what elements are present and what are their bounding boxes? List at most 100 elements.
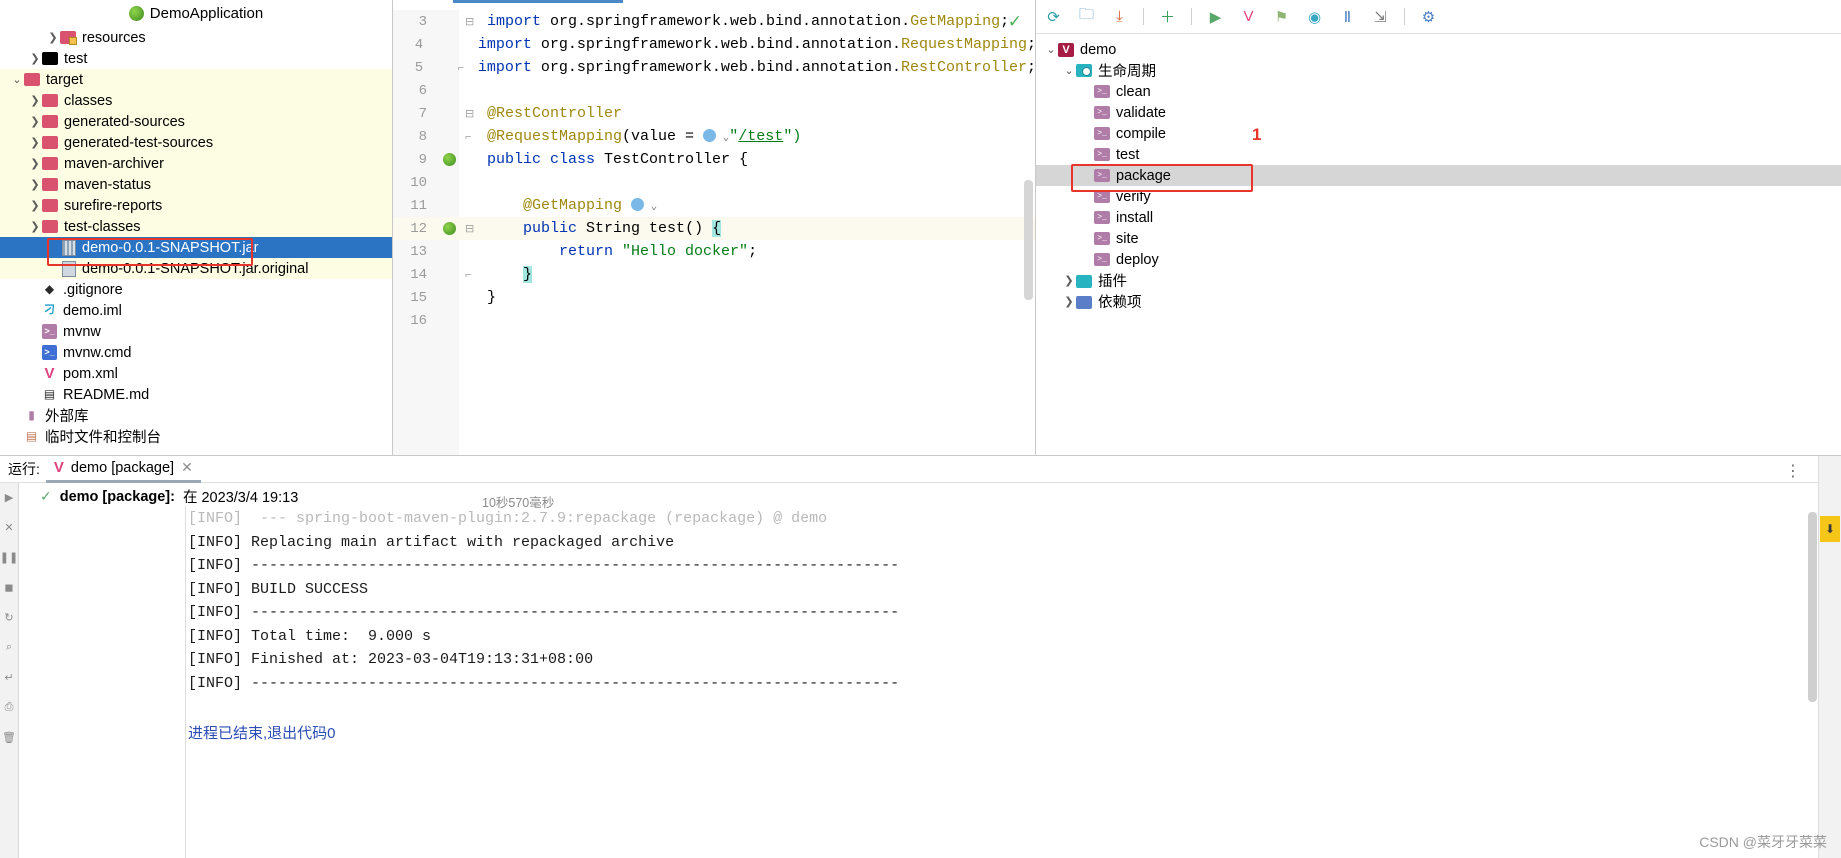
code-line[interactable]: 11 @GetMapping ⌄ bbox=[393, 194, 1036, 217]
rail-icon-rerun[interactable]: ↻ bbox=[0, 602, 18, 632]
maven-tree-item[interactable]: >_ site bbox=[1036, 228, 1841, 249]
expand-collapse-icon[interactable]: ⇲ bbox=[1371, 7, 1390, 26]
download-sources-icon[interactable]: ⤓ bbox=[1110, 7, 1129, 26]
project-tree-item[interactable]: ❯ classes bbox=[0, 90, 392, 111]
code-line[interactable]: 12 ⊟ public String test() { bbox=[393, 217, 1036, 240]
maven-tree-item[interactable]: >_ install bbox=[1036, 207, 1841, 228]
editor-scrollbar-thumb[interactable] bbox=[1024, 180, 1033, 300]
code-line[interactable]: 3 ⊟ import org.springframework.web.bind.an… bbox=[393, 10, 1036, 33]
left-tool-rail[interactable]: ▶ ✕ ❚❚ ◼ ↻ ⌕ ↵ ⎙ 🗑 bbox=[0, 456, 19, 858]
maven-tree-item[interactable]: ❯ 插件 bbox=[1036, 270, 1841, 291]
code-line[interactable]: 4 import org.springframework.web.bind.ann… bbox=[393, 33, 1036, 56]
fold-marker[interactable]: ⊟ bbox=[465, 15, 479, 28]
chevron-right-icon[interactable]: ❯ bbox=[28, 136, 42, 149]
project-tree-item[interactable]: >_ mvnw.cmd bbox=[0, 342, 392, 363]
rail-icon-wrap[interactable]: ↵ bbox=[0, 662, 18, 692]
maven-tree-item[interactable]: >_ package bbox=[1036, 165, 1841, 186]
project-tool-window[interactable]: DemoApplication ❯ resources ❯ test ⌄ target ❯ c… bbox=[0, 0, 392, 455]
maven-tree-item[interactable]: >_ validate bbox=[1036, 102, 1841, 123]
spring-bean-gutter-icon[interactable] bbox=[442, 153, 456, 166]
add-icon[interactable]: ＋ bbox=[1158, 7, 1177, 26]
project-tree-item[interactable]: demo-0.0.1-SNAPSHOT.jar bbox=[0, 237, 392, 258]
chevron-right-icon[interactable]: ❯ bbox=[28, 199, 42, 212]
maven-project-tree[interactable]: ⌄ Vdemo ⌄ 生命周期 >_ clean >_ validate >_ compile >_ t… bbox=[1036, 34, 1841, 312]
project-tree-item[interactable]: ❯ maven-status bbox=[0, 174, 392, 195]
project-tree-item[interactable]: 刁 demo.iml bbox=[0, 300, 392, 321]
rail-icon-trash[interactable]: 🗑 bbox=[0, 722, 18, 752]
project-file-tree[interactable]: ❯ resources ❯ test ⌄ target ❯ classes ❯ generated… bbox=[0, 27, 392, 447]
chevron-right-icon[interactable]: ❯ bbox=[28, 157, 42, 170]
code-line[interactable]: 14 ⌐ } bbox=[393, 263, 1036, 286]
console-scrollbar-thumb[interactable] bbox=[1808, 512, 1817, 702]
web-mapping-icon[interactable] bbox=[703, 129, 717, 142]
rail-icon-filter[interactable]: ⌕ bbox=[0, 632, 18, 662]
maven-tree-item[interactable]: ⌄ Vdemo bbox=[1036, 39, 1841, 60]
rail-icon-close[interactable]: ✕ bbox=[0, 512, 18, 542]
project-tree-item[interactable]: ⌄ target bbox=[0, 69, 392, 90]
project-tree-item[interactable]: ▤ 临时文件和控制台 bbox=[0, 426, 392, 447]
chevron-right-icon[interactable]: ❯ bbox=[1062, 295, 1076, 308]
project-tree-item[interactable]: ❯ surefire-reports bbox=[0, 195, 392, 216]
code-editor[interactable]: 3 ⊟ import org.springframework.web.bind.an… bbox=[392, 0, 1036, 455]
chevron-right-icon[interactable]: ❯ bbox=[1062, 274, 1076, 287]
maven-tree-item[interactable]: >_ verify bbox=[1036, 186, 1841, 207]
toggle-offline-mode-icon[interactable]: ⚑ bbox=[1272, 7, 1291, 26]
spring-bean-gutter-icon[interactable] bbox=[442, 222, 456, 235]
code-line[interactable]: 16 bbox=[393, 309, 1036, 332]
project-tree-item[interactable]: ◆ .gitignore bbox=[0, 279, 392, 300]
toggle-skip-tests-icon[interactable]: ◉ bbox=[1305, 7, 1324, 26]
maven-tree-item[interactable]: ❯ 依赖项 bbox=[1036, 291, 1841, 312]
project-tree-item[interactable]: ❯ test-classes bbox=[0, 216, 392, 237]
download-indicator-icon[interactable]: ⬇ bbox=[1820, 516, 1840, 542]
maven-tree-item[interactable]: ⌄ 生命周期 bbox=[1036, 60, 1841, 81]
run-tab-demo-package[interactable]: V demo [package] ✕ bbox=[45, 455, 201, 483]
rail-icon-stop[interactable]: ◼ bbox=[0, 572, 18, 602]
editor-code-area[interactable]: 3 ⊟ import org.springframework.web.bind.an… bbox=[393, 10, 1036, 455]
rail-icon-run[interactable]: ▶ bbox=[0, 482, 18, 512]
code-line[interactable]: 9 public class TestController { bbox=[393, 148, 1036, 171]
rail-icon-pause[interactable]: ❚❚ bbox=[0, 542, 18, 572]
maven-tree-item[interactable]: >_ compile bbox=[1036, 123, 1841, 144]
fold-marker[interactable]: ⊟ bbox=[465, 222, 479, 235]
fold-marker[interactable]: ⊟ bbox=[465, 107, 479, 120]
project-tree-item[interactable]: demo-0.0.1-SNAPSHOT.jar.original bbox=[0, 258, 392, 279]
code-line[interactable]: 6 bbox=[393, 79, 1036, 102]
more-options-icon[interactable]: ⋮ bbox=[1785, 461, 1801, 481]
chevron-down-icon[interactable]: ⌄ bbox=[1044, 43, 1058, 56]
code-line[interactable]: 13 return "Hello docker"; bbox=[393, 240, 1036, 263]
run-tool-window[interactable]: ▶ ✕ ❚❚ ◼ ↻ ⌕ ↵ ⎙ 🗑 运行: V demo [package] … bbox=[0, 455, 1841, 858]
maven-tree-item[interactable]: >_ deploy bbox=[1036, 249, 1841, 270]
chevron-right-icon[interactable]: ❯ bbox=[46, 31, 60, 44]
console-output[interactable]: [INFO] --- spring-boot-maven-plugin:2.7.… bbox=[188, 510, 1811, 858]
chevron-right-icon[interactable]: ❯ bbox=[28, 178, 42, 191]
project-tree-item[interactable]: ❯ generated-sources bbox=[0, 111, 392, 132]
fold-marker[interactable]: ⌐ bbox=[465, 269, 479, 281]
show-dependencies-icon[interactable]: Ⅱ bbox=[1338, 7, 1357, 26]
project-tree-item[interactable]: ❯ test bbox=[0, 48, 392, 69]
add-maven-project-folder-icon[interactable]: 🗀 bbox=[1077, 6, 1096, 26]
chevron-right-icon[interactable]: ❯ bbox=[28, 94, 42, 107]
project-tree-item[interactable]: ▮ 外部库 bbox=[0, 405, 392, 426]
chevron-right-icon[interactable]: ❯ bbox=[28, 52, 42, 65]
maven-settings-gear-icon[interactable]: ⚙ bbox=[1419, 7, 1438, 26]
chevron-down-icon[interactable]: ⌄ bbox=[10, 73, 24, 86]
project-tree-item[interactable]: ▤ README.md bbox=[0, 384, 392, 405]
reload-all-maven-projects-icon[interactable]: ⟳ bbox=[1044, 7, 1063, 26]
execute-maven-goal-icon[interactable]: V bbox=[1239, 7, 1258, 26]
project-tree-item[interactable]: >_ mvnw bbox=[0, 321, 392, 342]
project-tree-item[interactable]: ❯ generated-test-sources bbox=[0, 132, 392, 153]
chevron-right-icon[interactable]: ❯ bbox=[28, 220, 42, 233]
gutter-marker[interactable] bbox=[433, 153, 465, 166]
code-line[interactable]: 5 ⌐ import org.springframework.web.bind.an… bbox=[393, 56, 1036, 79]
maven-tool-window[interactable]: ⟳ 🗀 ⤓ ＋ ▶ V ⚑ ◉ Ⅱ ⇲ ⚙ ⌄ Vdemo ⌄ 生命周期 >_ clean >_ validate… bbox=[1035, 0, 1841, 455]
chevron-right-icon[interactable]: ❯ bbox=[28, 115, 42, 128]
maven-tree-item[interactable]: >_ test bbox=[1036, 144, 1841, 165]
code-line[interactable]: 7 ⊟ @RestController bbox=[393, 102, 1036, 125]
maven-toolbar[interactable]: ⟳ 🗀 ⤓ ＋ ▶ V ⚑ ◉ Ⅱ ⇲ ⚙ bbox=[1036, 0, 1841, 34]
gutter-marker[interactable] bbox=[433, 222, 465, 235]
close-icon[interactable]: ✕ bbox=[181, 459, 193, 476]
web-mapping-icon[interactable] bbox=[631, 198, 645, 211]
fold-marker[interactable]: ⌐ bbox=[465, 131, 479, 143]
rail-icon-print[interactable]: ⎙ bbox=[0, 692, 18, 722]
code-line[interactable]: 10 bbox=[393, 171, 1036, 194]
